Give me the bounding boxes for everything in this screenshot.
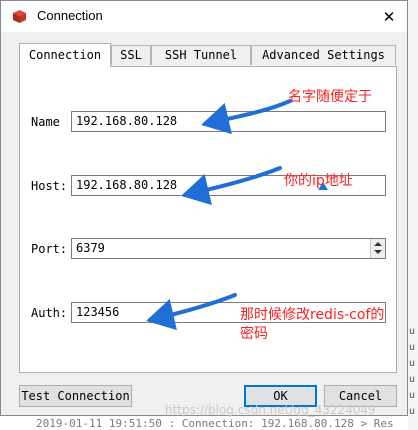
watermark: https://blog.csdn.net/qq_43224049 [165, 403, 376, 417]
name-annotation: 名字随便定于 [288, 89, 372, 105]
auth-annotation-line1: 那时候修改redis-cof的 [240, 307, 385, 323]
arrow-to-name-field [201, 99, 292, 135]
host-annotation: 你的ip地址 [284, 173, 353, 189]
tab-connection[interactable]: Connection [19, 43, 111, 67]
auth-annotation-line2: 密码 [240, 326, 268, 342]
arrow-to-auth-field [146, 293, 237, 331]
arrow-to-host-field [181, 166, 282, 206]
